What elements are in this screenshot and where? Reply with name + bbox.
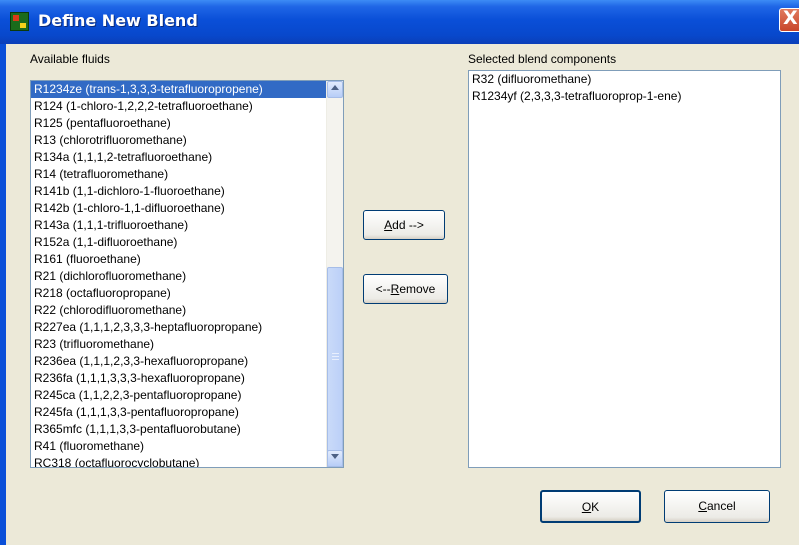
- list-item[interactable]: R1234yf (2,3,3,3-tetrafluoroprop-1-ene): [469, 88, 780, 105]
- selected-components-list[interactable]: R32 (difluoromethane) R1234yf (2,3,3,3-te…: [468, 70, 781, 468]
- thumb-grip: [332, 356, 339, 357]
- list-item[interactable]: R365mfc (1,1,1,3,3-pentafluorobutane): [31, 421, 343, 438]
- list-item[interactable]: R227ea (1,1,1,2,3,3,3-heptafluoropropane…: [31, 319, 343, 336]
- thumb-grip: [332, 353, 339, 354]
- list-item[interactable]: R22 (chlorodifluoromethane): [31, 302, 343, 319]
- list-item[interactable]: R142b (1-chloro-1,1-difluoroethane): [31, 200, 343, 217]
- add-accel: A: [384, 218, 393, 232]
- list-item[interactable]: R218 (octafluoropropane): [31, 285, 343, 302]
- window-title: Define New Blend: [38, 11, 198, 30]
- list-item[interactable]: R14 (tetrafluoromethane): [31, 166, 343, 183]
- add-button[interactable]: Add -->: [363, 210, 445, 240]
- list-item[interactable]: R245fa (1,1,1,3,3-pentafluoropropane): [31, 404, 343, 421]
- list-item[interactable]: R134a (1,1,1,2-tetrafluoroethane): [31, 149, 343, 166]
- ok-label: K: [591, 500, 600, 514]
- scroll-thumb[interactable]: [327, 267, 343, 467]
- available-fluids-list[interactable]: R1234ze (trans-1,3,3,3-tetrafluoropropen…: [30, 80, 344, 468]
- list-item[interactable]: R236ea (1,1,1,2,3,3-hexafluoropropane): [31, 353, 343, 370]
- chevron-down-icon: [331, 454, 339, 459]
- cancel-accel: C: [698, 499, 707, 513]
- cancel-label: ancel: [706, 499, 736, 513]
- list-item[interactable]: R1234ze (trans-1,3,3,3-tetrafluoropropen…: [31, 81, 343, 98]
- list-item[interactable]: RC318 (octafluorocyclobutane): [31, 455, 343, 467]
- define-new-blend-dialog: Define New Blend X Available fluids R123…: [0, 0, 799, 545]
- scroll-down-button[interactable]: [327, 450, 343, 467]
- close-icon: X: [783, 7, 798, 29]
- remove-button[interactable]: <-- Remove: [363, 274, 448, 304]
- list-item[interactable]: R13 (chlorotrifluoromethane): [31, 132, 343, 149]
- remove-prefix: <--: [375, 282, 391, 296]
- list-item[interactable]: R21 (dichlorofluoromethane): [31, 268, 343, 285]
- ok-button[interactable]: OK: [540, 490, 641, 523]
- available-fluids-scrollbar[interactable]: [326, 81, 343, 467]
- ok-accel: O: [581, 500, 592, 514]
- window-frame-left: [0, 44, 6, 545]
- list-item[interactable]: R245ca (1,1,2,2,3-pentafluoropropane): [31, 387, 343, 404]
- selected-components-label: Selected blend components: [468, 52, 617, 66]
- list-item[interactable]: R143a (1,1,1-trifluoroethane): [31, 217, 343, 234]
- add-label: dd -->: [392, 218, 424, 232]
- close-button[interactable]: X: [779, 7, 799, 32]
- list-item[interactable]: R41 (fluoromethane): [31, 438, 343, 455]
- list-item[interactable]: R124 (1-chloro-1,2,2,2-tetrafluoroethane…: [31, 98, 343, 115]
- title-bar[interactable]: Define New Blend X: [0, 0, 799, 44]
- available-fluids-items: R1234ze (trans-1,3,3,3-tetrafluoropropen…: [31, 81, 343, 467]
- available-fluids-label: Available fluids: [30, 52, 110, 66]
- remove-accel: R: [390, 282, 400, 296]
- cancel-button[interactable]: Cancel: [664, 490, 770, 523]
- list-item[interactable]: R152a (1,1-difluoroethane): [31, 234, 343, 251]
- remove-label: emove: [399, 282, 436, 296]
- list-item[interactable]: R125 (pentafluoroethane): [31, 115, 343, 132]
- thumb-grip: [332, 359, 339, 360]
- list-item[interactable]: R32 (difluoromethane): [469, 71, 780, 88]
- list-item[interactable]: R161 (fluoroethane): [31, 251, 343, 268]
- list-item[interactable]: R141b (1,1-dichloro-1-fluoroethane): [31, 183, 343, 200]
- selected-components-items: R32 (difluoromethane) R1234yf (2,3,3,3-te…: [469, 71, 780, 105]
- list-item[interactable]: R23 (trifluoromethane): [31, 336, 343, 353]
- scroll-up-button[interactable]: [327, 81, 343, 98]
- list-item[interactable]: R236fa (1,1,1,3,3,3-hexafluoropropane): [31, 370, 343, 387]
- chevron-up-icon: [331, 85, 339, 90]
- app-icon: [10, 12, 29, 31]
